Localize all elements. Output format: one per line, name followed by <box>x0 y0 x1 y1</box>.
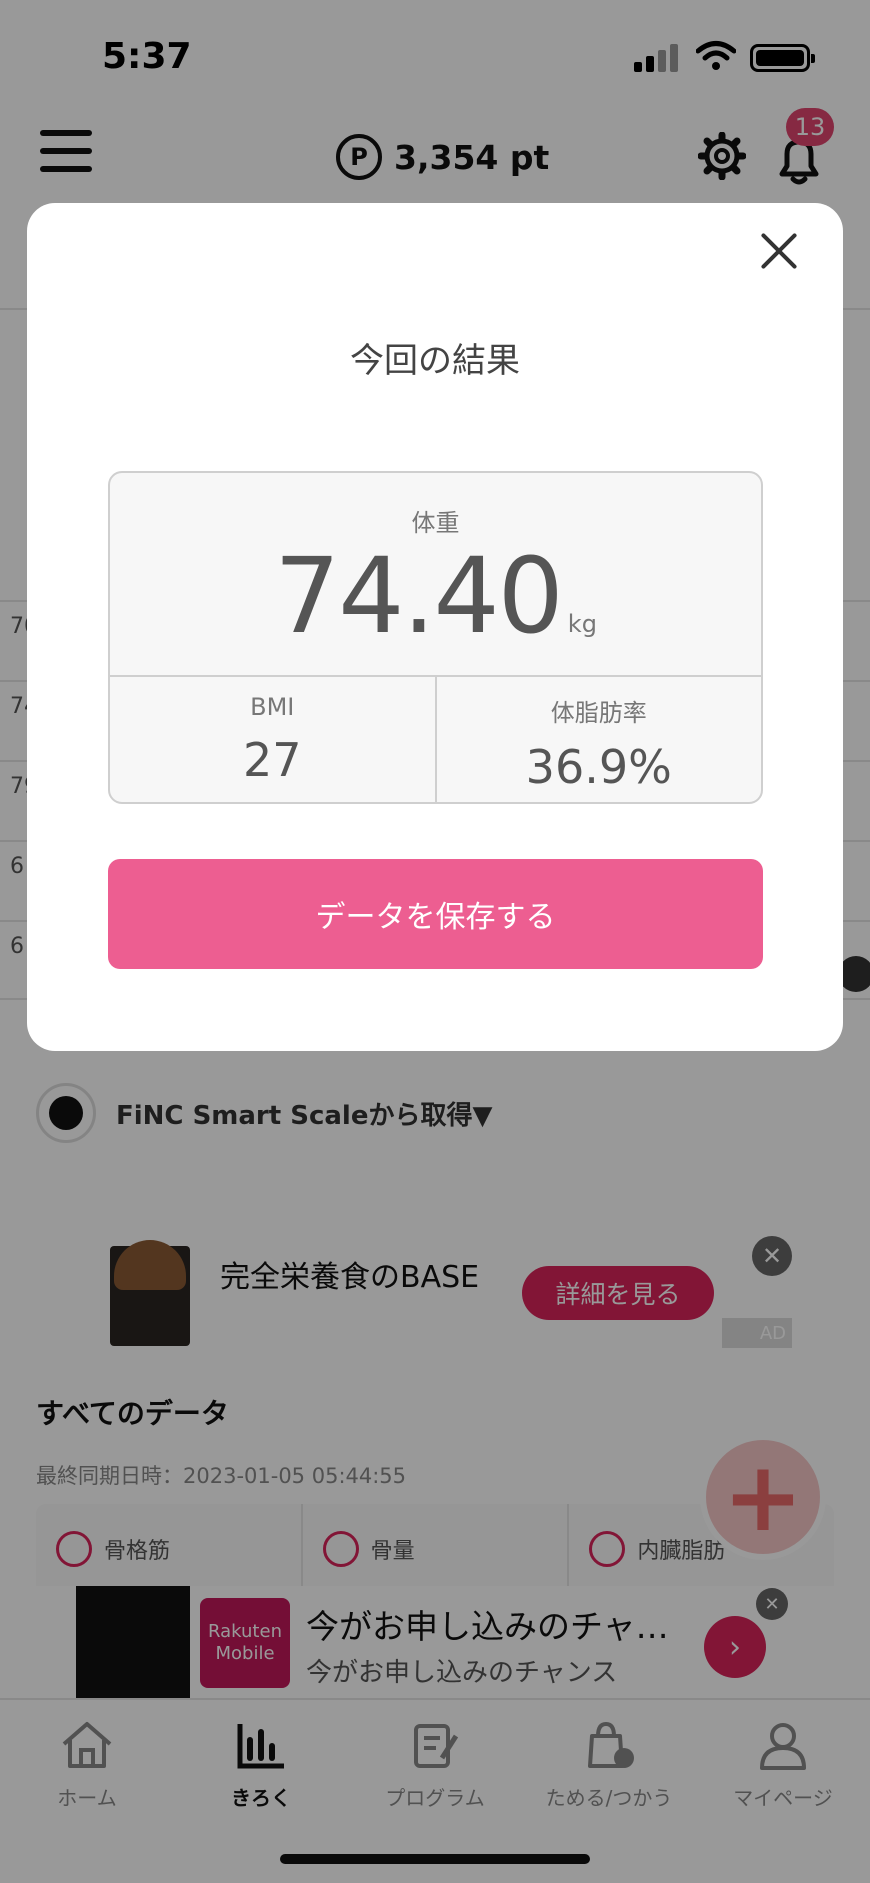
body-metrics: BMI 27 体脂肪率 36.9% <box>110 675 762 802</box>
body-fat-value: 36.9% <box>525 740 672 794</box>
result-modal: 今回の結果 体重 74.40 kg BMI 27 体脂肪率 36.9% データを… <box>27 203 843 1051</box>
save-data-button[interactable]: データを保存する <box>108 859 763 969</box>
bmi-value: 27 <box>242 733 302 787</box>
modal-title: 今回の結果 <box>350 341 520 381</box>
weight-reading: 74.40 kg <box>110 535 761 657</box>
weight-label: 体重 <box>411 509 460 537</box>
result-card: 体重 74.40 kg BMI 27 体脂肪率 36.9% <box>108 471 763 804</box>
body-fat-label: 体脂肪率 <box>550 699 647 727</box>
bmi-cell: BMI 27 <box>110 677 435 802</box>
body-fat-cell: 体脂肪率 36.9% <box>434 677 762 802</box>
close-icon[interactable] <box>757 229 801 273</box>
weight-unit: kg <box>567 610 597 638</box>
bmi-label: BMI <box>250 693 295 721</box>
weight-value: 74.40 <box>274 535 564 657</box>
